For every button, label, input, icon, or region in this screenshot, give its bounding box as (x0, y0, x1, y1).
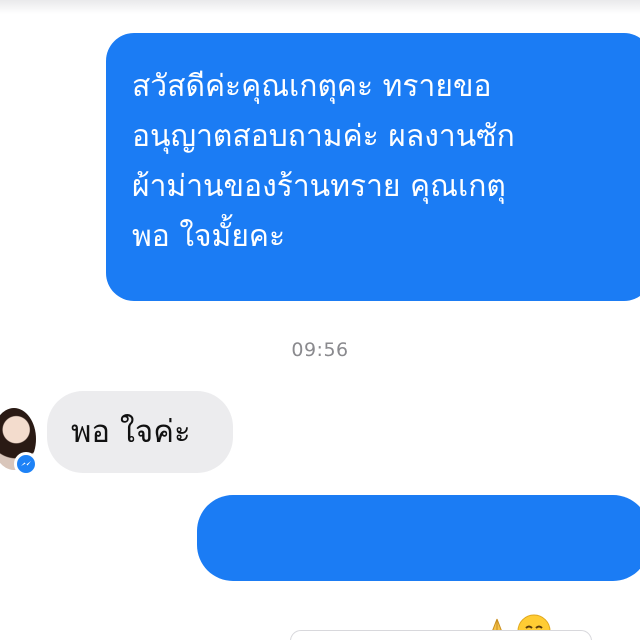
message-timestamp: 09:56 (291, 339, 349, 361)
thanks-text: ขอบพระคุณมากค่ะ (221, 594, 478, 630)
chat-screen: สวัสดีค่ะคุณเกตุคะ ทรายขอ อนุญาตสอบถามค่… (0, 0, 640, 640)
top-edge (0, 0, 640, 14)
outgoing-message-bubble-thanks[interactable]: ขอบพระคุณมากค่ะ (197, 495, 640, 640)
next-message-edge (290, 630, 592, 640)
smiling-face-icon (516, 563, 552, 640)
folded-hands-icon (480, 564, 514, 640)
messenger-icon (14, 452, 38, 476)
incoming-message-bubble[interactable]: พอ ใจค่ะ (47, 391, 233, 473)
outgoing-message-bubble[interactable]: สวัสดีค่ะคุณเกตุคะ ทรายขอ อนุญาตสอบถามค่… (106, 33, 640, 301)
